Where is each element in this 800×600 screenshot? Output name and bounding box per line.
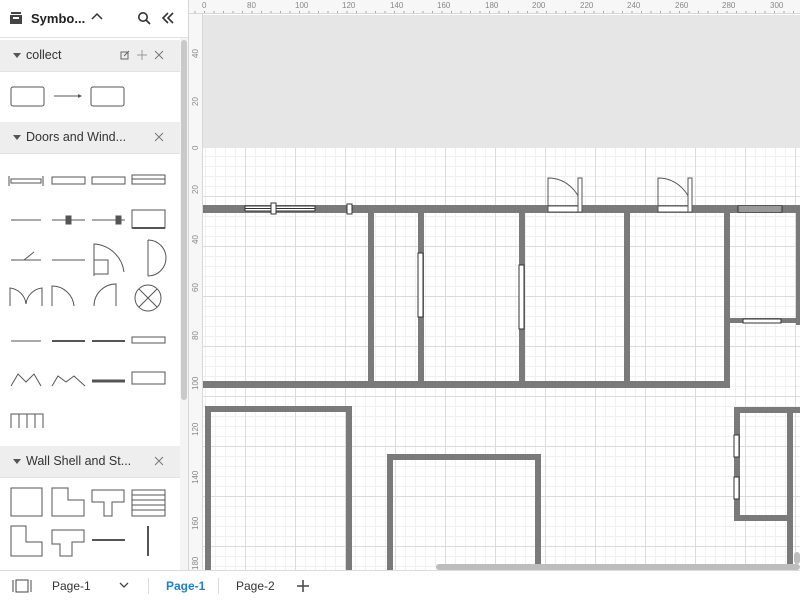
wall[interactable] xyxy=(203,381,730,388)
ruler-label: 60 xyxy=(191,283,200,292)
left-ruler: 40 20 0 20 40 60 80 100 120 140 160 180 xyxy=(189,14,203,570)
window[interactable] xyxy=(742,318,782,324)
window-jamb xyxy=(270,202,277,215)
window[interactable] xyxy=(518,264,525,330)
caret-down-icon xyxy=(13,459,21,464)
chevron-down-icon[interactable] xyxy=(119,580,129,590)
wall[interactable] xyxy=(205,406,211,570)
caret-down-icon xyxy=(13,135,21,140)
library-header: Symbo... xyxy=(0,0,188,38)
panel-scrollbar[interactable] xyxy=(180,38,188,570)
wall[interactable] xyxy=(368,213,374,387)
wall[interactable] xyxy=(734,407,800,413)
pages-icon[interactable] xyxy=(12,579,32,593)
wall[interactable] xyxy=(796,213,800,325)
ruler-label: 100 xyxy=(191,376,200,390)
wall[interactable] xyxy=(624,213,630,387)
wall[interactable] xyxy=(724,213,730,387)
wall[interactable] xyxy=(734,515,789,521)
wall[interactable] xyxy=(205,406,351,412)
library-icon xyxy=(10,12,22,24)
library-title: Symbo... xyxy=(31,11,86,26)
window[interactable] xyxy=(417,252,424,318)
ruler-ticks xyxy=(194,11,794,13)
section-wall-shell-header[interactable]: Wall Shell and St... xyxy=(0,446,180,478)
ruler-label: 80 xyxy=(191,331,200,340)
ruler-label: 40 xyxy=(191,49,200,58)
divider xyxy=(148,578,149,594)
page-select[interactable]: Page-1 xyxy=(52,579,91,593)
close-icon[interactable] xyxy=(154,50,164,60)
chevron-up-icon[interactable] xyxy=(91,11,103,23)
drawing-canvas[interactable] xyxy=(203,15,800,570)
wall[interactable] xyxy=(346,406,352,570)
double-chevron-left-icon[interactable] xyxy=(161,11,175,25)
section-doors-windows-label: Doors and Wind... xyxy=(26,130,127,144)
walls xyxy=(203,205,800,570)
window-jamb xyxy=(346,203,353,215)
ruler-label: 40 xyxy=(191,235,200,244)
ruler-label: 0 xyxy=(191,145,200,150)
page-tab-bar: Page-1 Page-1 Page-2 xyxy=(0,570,800,600)
vertical-scrollbar[interactable] xyxy=(794,552,800,564)
divider xyxy=(218,578,219,594)
close-icon[interactable] xyxy=(154,132,164,142)
wall-shell-shapes[interactable] xyxy=(8,486,173,570)
symbol-library-panel: Symbo... collect Doors and Wind... Wall … xyxy=(0,0,189,570)
ruler-label: 140 xyxy=(191,470,200,484)
plus-icon[interactable] xyxy=(137,50,147,60)
door-window-shapes[interactable] xyxy=(8,168,173,434)
tab-page-1[interactable]: Page-1 xyxy=(166,579,205,593)
window[interactable] xyxy=(733,434,740,458)
wall[interactable] xyxy=(387,454,541,460)
ruler-label: 20 xyxy=(191,97,200,106)
top-ruler: 0 80 100 120 140 160 180 200 220 240 260… xyxy=(189,0,800,14)
search-icon[interactable] xyxy=(137,11,151,25)
section-wall-shell-label: Wall Shell and St... xyxy=(26,454,132,468)
add-page-icon[interactable] xyxy=(296,579,310,593)
tab-page-2[interactable]: Page-2 xyxy=(236,579,275,593)
wall[interactable] xyxy=(734,407,740,521)
close-icon[interactable] xyxy=(154,456,164,466)
caret-down-icon xyxy=(13,53,21,58)
ruler-label: 20 xyxy=(191,185,200,194)
panel-scroll-thumb[interactable] xyxy=(181,40,187,400)
window[interactable] xyxy=(733,476,740,500)
ruler-label: 160 xyxy=(191,516,200,530)
ruler-label: 180 xyxy=(191,556,200,570)
wall[interactable] xyxy=(535,454,541,570)
edit-icon[interactable] xyxy=(120,50,130,60)
wall[interactable] xyxy=(387,454,393,570)
floor-plan[interactable] xyxy=(203,15,800,570)
section-collect-label: collect xyxy=(26,48,62,62)
window[interactable] xyxy=(737,205,783,213)
wall[interactable] xyxy=(787,413,793,570)
section-collect-header[interactable]: collect xyxy=(0,40,180,72)
ruler-label: 120 xyxy=(191,422,200,436)
collect-shapes[interactable] xyxy=(10,85,130,109)
section-doors-windows-header[interactable]: Doors and Wind... xyxy=(0,122,180,154)
